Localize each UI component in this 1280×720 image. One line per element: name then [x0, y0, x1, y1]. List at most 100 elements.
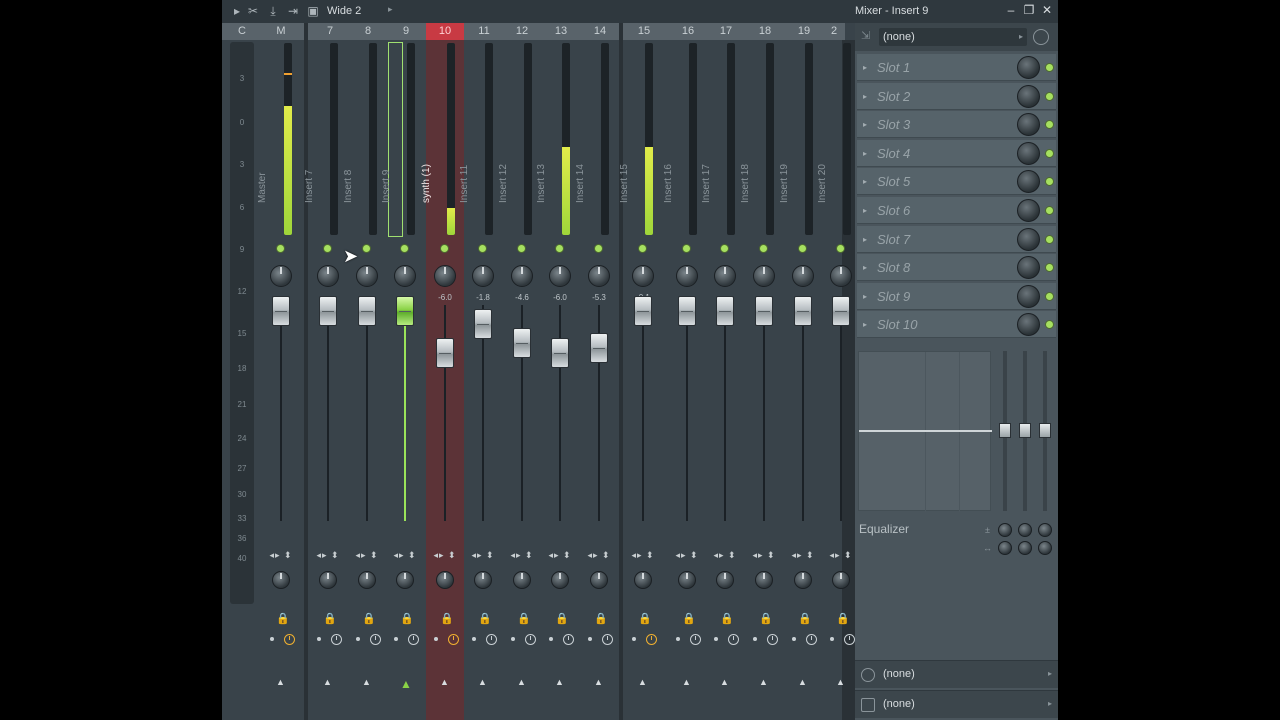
route-icon[interactable]: ⇥: [286, 4, 300, 18]
equalizer-graph[interactable]: [858, 351, 992, 512]
header-cell[interactable]: 14: [590, 23, 610, 40]
stereo-knob[interactable]: [436, 571, 454, 589]
latency-clock-icon[interactable]: [602, 634, 613, 645]
stereo-knob[interactable]: [794, 571, 812, 589]
latency-clock-icon[interactable]: [690, 634, 701, 645]
effect-slot[interactable]: ▸ Slot 1: [857, 54, 1056, 81]
route-up-arrow-icon[interactable]: ▲: [362, 677, 371, 687]
lock-icon[interactable]: 🔒: [362, 612, 376, 625]
close-icon[interactable]: ✕: [1040, 3, 1054, 17]
eq-low-fader-cap[interactable]: [999, 423, 1011, 438]
header-cell[interactable]: 15: [634, 23, 654, 40]
mixer-strip[interactable]: Insert 16 ◂▸ ⬍ 🔒 ▲: [663, 40, 706, 720]
lock-icon[interactable]: 🔒: [836, 612, 850, 625]
slot-expand-arrow-icon[interactable]: ▸: [863, 292, 867, 301]
slot-expand-arrow-icon[interactable]: ▸: [863, 235, 867, 244]
route-up-arrow-icon[interactable]: ▲: [323, 677, 332, 687]
send-dot[interactable]: [394, 637, 398, 641]
strip-name[interactable]: synth (1): [421, 159, 432, 203]
effect-slot[interactable]: ▸ Slot 5: [857, 168, 1056, 196]
input-select[interactable]: (none) ▸: [879, 28, 1027, 46]
slot-enable-led[interactable]: [1045, 63, 1054, 72]
slot-enable-led[interactable]: [1045, 91, 1054, 101]
mute-led[interactable]: [682, 244, 691, 253]
latency-clock-icon[interactable]: [525, 634, 536, 645]
mute-led[interactable]: [638, 244, 647, 253]
stereo-separation-icon[interactable]: ◂▸ ⬍: [464, 550, 502, 561]
latency-clock-icon[interactable]: [331, 634, 342, 645]
lock-icon[interactable]: 🔒: [478, 612, 492, 625]
stereo-separation-icon[interactable]: ◂▸ ⬍: [624, 550, 662, 561]
route-up-arrow-icon[interactable]: ▲: [478, 677, 487, 687]
slot-label[interactable]: Slot 10: [877, 317, 917, 332]
lock-icon[interactable]: 🔒: [682, 612, 696, 625]
latency-clock-icon[interactable]: [370, 634, 381, 645]
header-cell[interactable]: C: [232, 23, 252, 40]
route-up-arrow-icon[interactable]: ▲: [798, 677, 807, 687]
route-up-arrow-icon[interactable]: ▲: [638, 677, 647, 687]
strip-name[interactable]: Insert 14: [575, 159, 586, 203]
header-cell[interactable]: 19: [794, 23, 814, 40]
send-dot[interactable]: [588, 637, 592, 641]
slot-expand-arrow-icon[interactable]: ▸: [863, 177, 867, 186]
volume-fader[interactable]: [832, 296, 850, 326]
send-dot[interactable]: [511, 637, 515, 641]
send-dot[interactable]: [676, 637, 680, 641]
send-dot[interactable]: [472, 637, 476, 641]
header-cell[interactable]: 7: [320, 23, 340, 40]
stereo-separation-icon[interactable]: ◂▸ ⬍: [309, 550, 347, 561]
eq-mid-freq-knob[interactable]: [1018, 541, 1032, 555]
latency-clock-icon[interactable]: [767, 634, 778, 645]
mixer-strip[interactable]: Insert 14 -5.3 ◂▸ ⬍ 🔒 ▲: [575, 40, 618, 720]
mixer-strip[interactable]: Insert 13 -6.0 ◂▸ ⬍ 🔒 ▲: [536, 40, 579, 720]
slot-mix-knob[interactable]: [1017, 84, 1040, 108]
route-up-arrow-icon[interactable]: ▲: [594, 677, 603, 687]
send-dot[interactable]: [830, 637, 834, 641]
pan-knob[interactable]: [753, 265, 775, 287]
volume-fader[interactable]: [590, 333, 608, 363]
header-cell[interactable]: 12: [512, 23, 532, 40]
volume-fader[interactable]: [513, 328, 531, 358]
route-up-arrow-icon[interactable]: ▲: [517, 677, 526, 687]
route-up-arrow-icon[interactable]: ▲: [720, 677, 729, 687]
pan-knob[interactable]: [356, 265, 378, 287]
stereo-separation-icon[interactable]: ◂▸ ⬍: [386, 550, 424, 561]
pan-knob[interactable]: [632, 265, 654, 287]
layout-icon[interactable]: ▣: [306, 4, 320, 18]
lock-icon[interactable]: 🔒: [276, 612, 290, 625]
stereo-separation-icon[interactable]: ◂▸ ⬍: [784, 550, 822, 561]
volume-fader[interactable]: [358, 296, 376, 326]
effect-slot[interactable]: ▸ Slot 4: [857, 139, 1056, 167]
slot-label[interactable]: Slot 1: [877, 60, 910, 75]
strip-name[interactable]: Insert 13: [536, 159, 547, 203]
slot-mix-knob[interactable]: [1017, 141, 1040, 165]
strip-name[interactable]: Insert 17: [701, 159, 712, 203]
lock-icon[interactable]: 🔒: [759, 612, 773, 625]
lock-icon[interactable]: 🔒: [638, 612, 652, 625]
slot-mix-knob[interactable]: [1017, 56, 1040, 79]
mixer-strip[interactable]: synth (1) -6.0 ◂▸ ⬍ 🔒 ▲: [421, 40, 464, 720]
route-up-arrow-icon[interactable]: ▲: [682, 677, 691, 687]
header-cell[interactable]: M: [271, 23, 291, 40]
header-cell[interactable]: 18: [755, 23, 775, 40]
pan-knob[interactable]: [792, 265, 814, 287]
slot-mix-knob[interactable]: [1017, 170, 1040, 194]
eq-high-knob[interactable]: [1038, 523, 1052, 537]
latency-clock-icon[interactable]: [728, 634, 739, 645]
pan-knob[interactable]: [472, 265, 494, 287]
volume-fader[interactable]: [272, 296, 290, 326]
stereo-knob[interactable]: [832, 571, 850, 589]
route-up-arrow-icon[interactable]: ▲: [276, 677, 285, 687]
stereo-separation-icon[interactable]: ◂▸ ⬍: [503, 550, 541, 561]
strip-name[interactable]: Master: [257, 159, 268, 203]
preset-arrow-icon[interactable]: ▸: [388, 4, 393, 15]
pan-knob[interactable]: [676, 265, 698, 287]
pan-knob[interactable]: [394, 265, 416, 287]
slot-mix-knob[interactable]: [1017, 113, 1040, 137]
slot-label[interactable]: Slot 4: [877, 146, 910, 161]
lock-icon[interactable]: 🔒: [555, 612, 569, 625]
latency-clock-icon[interactable]: [563, 634, 574, 645]
strip-name[interactable]: Insert 7: [304, 159, 315, 203]
stereo-knob[interactable]: [678, 571, 696, 589]
mixer-strip[interactable]: Insert 15-0.1◂▸ ⬍🔒▲: [619, 40, 662, 720]
